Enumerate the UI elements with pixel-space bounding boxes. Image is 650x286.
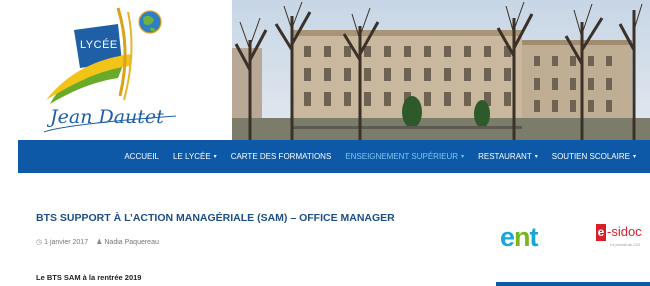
esidoc-tagline: Le portail du CDI bbox=[610, 242, 641, 247]
chevron-down-icon: ▾ bbox=[213, 154, 217, 160]
page-title: BTS SUPPORT À L’ACTION MANAGÉRIALE (SAM)… bbox=[36, 212, 395, 224]
nav-item-label: CARTE DES FORMATIONS bbox=[230, 152, 332, 161]
nav-item-label: ACCUEIL bbox=[124, 152, 160, 161]
chevron-down-icon: ▾ bbox=[632, 154, 636, 160]
nav-item-5[interactable]: RESTAURANT ▾ bbox=[478, 152, 538, 161]
clock-icon: ◷ bbox=[36, 239, 43, 246]
nav-item-1[interactable]: ACCUEIL bbox=[124, 152, 159, 161]
nav-item-6[interactable]: SOUTIEN SCOLAIRE ▾ bbox=[552, 152, 636, 161]
ent-logo-letter-t: t bbox=[529, 222, 539, 252]
nav-item-label: RESTAURANT bbox=[478, 152, 532, 161]
chevron-down-icon: ▾ bbox=[461, 154, 465, 160]
nav-item-label: LE LYCÉE bbox=[173, 152, 211, 161]
article-subheading: Le BTS SAM à la rentrée 2019 bbox=[36, 273, 142, 282]
post-author[interactable]: Nadia Paquereau bbox=[104, 239, 159, 246]
user-icon: ♟ bbox=[96, 239, 103, 246]
esidoc-badge: e bbox=[596, 224, 606, 241]
nav-item-2[interactable]: LE LYCÉE ▾ bbox=[173, 152, 217, 161]
nav-item-3[interactable]: CARTE DES FORMATIONS bbox=[231, 152, 332, 161]
ent-logo-letter-n: n bbox=[514, 222, 530, 252]
esidoc-logo-link[interactable]: e -sidoc Le portail du CDI bbox=[596, 224, 648, 254]
nav-item-4[interactable]: ENSEIGNEMENT SUPÉRIEUR ▾ bbox=[345, 152, 464, 161]
post-meta: ◷ 1 janvier 2017 ♟ Nadia Paquereau bbox=[36, 238, 159, 247]
site-header: LYCÉE Jean Dautet bbox=[0, 0, 650, 140]
esidoc-wordmark: -sidoc bbox=[607, 224, 642, 239]
ent-logo-letter-e: e bbox=[500, 222, 515, 252]
building-photo bbox=[232, 0, 650, 140]
ent-logo-link[interactable]: ent bbox=[500, 222, 539, 253]
post-date[interactable]: 1 janvier 2017 bbox=[44, 239, 88, 246]
main-nav: ACCUEIL LE LYCÉE ▾ CARTE DES FORMATIONS ENSE… bbox=[18, 140, 650, 173]
logo-school-name: Jean Dautet bbox=[50, 106, 164, 128]
sidebar-widget-header bbox=[496, 282, 650, 286]
logo-school-type: LYCÉE bbox=[80, 39, 118, 51]
nav-item-label: ENSEIGNEMENT SUPÉRIEUR bbox=[345, 152, 459, 161]
nav-items: ACCUEIL LE LYCÉE ▾ CARTE DES FORMATIONS ENSE… bbox=[110, 140, 636, 173]
nav-item-label: SOUTIEN SCOLAIRE bbox=[551, 152, 630, 161]
site-logo[interactable]: LYCÉE Jean Dautet bbox=[0, 0, 232, 140]
chevron-down-icon: ▾ bbox=[534, 154, 538, 160]
building-photo-illustration bbox=[232, 0, 650, 140]
